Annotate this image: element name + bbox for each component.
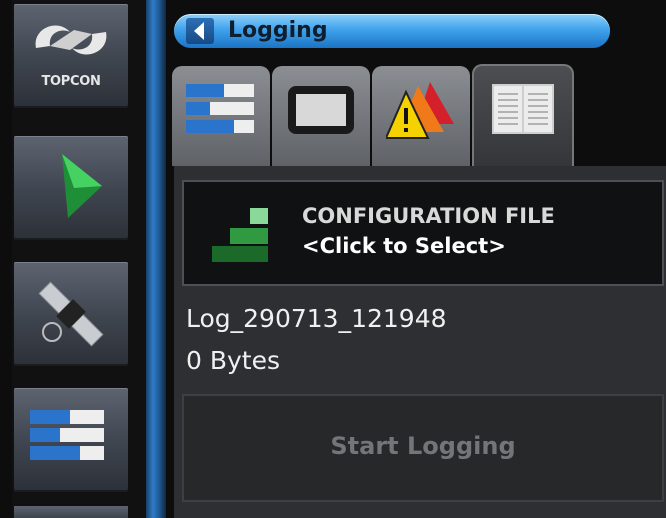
topcon-logo-icon bbox=[35, 25, 107, 55]
back-button[interactable] bbox=[186, 18, 214, 44]
sidebar: TOPCON bbox=[12, 0, 147, 518]
log-file-size: 0 Bytes bbox=[186, 346, 281, 375]
sidebar-divider bbox=[146, 0, 166, 518]
tab-log[interactable] bbox=[472, 64, 574, 170]
sidebar-more-button[interactable] bbox=[14, 506, 128, 518]
config-title: CONFIGURATION FILE bbox=[302, 204, 555, 228]
config-value: <Click to Select> bbox=[302, 234, 506, 258]
guidance-button[interactable] bbox=[14, 136, 128, 240]
status-bars-icon bbox=[186, 84, 254, 133]
tab-display[interactable] bbox=[272, 66, 370, 166]
tab-alarms[interactable] bbox=[372, 66, 470, 166]
configuration-file-button[interactable]: CONFIGURATION FILE <Click to Select> bbox=[182, 180, 664, 286]
gps-button[interactable] bbox=[14, 262, 128, 366]
settings-bars-icon bbox=[30, 410, 104, 460]
config-steps-icon bbox=[212, 208, 268, 262]
logo-text: TOPCON bbox=[41, 74, 101, 89]
log-book-icon bbox=[492, 84, 554, 134]
main-area: Logging CONFIGURATION FILE <Click to Sel… bbox=[166, 0, 666, 518]
guidance-arrow-icon bbox=[62, 154, 102, 218]
display-icon bbox=[288, 86, 354, 134]
chevron-left-icon bbox=[194, 22, 204, 40]
start-logging-label: Start Logging bbox=[330, 432, 516, 460]
topcon-home-button[interactable]: TOPCON bbox=[14, 4, 128, 108]
alarms-icon bbox=[386, 82, 454, 139]
settings-button[interactable] bbox=[14, 388, 128, 492]
logging-panel: CONFIGURATION FILE <Click to Select> Log… bbox=[174, 166, 666, 518]
start-logging-button[interactable]: Start Logging bbox=[182, 394, 664, 502]
gps-satellite-icon bbox=[38, 281, 104, 347]
tab-status[interactable] bbox=[172, 66, 270, 166]
title-bar: Logging bbox=[174, 14, 610, 48]
page-title: Logging bbox=[228, 18, 328, 43]
log-file-name: Log_290713_121948 bbox=[186, 304, 447, 333]
